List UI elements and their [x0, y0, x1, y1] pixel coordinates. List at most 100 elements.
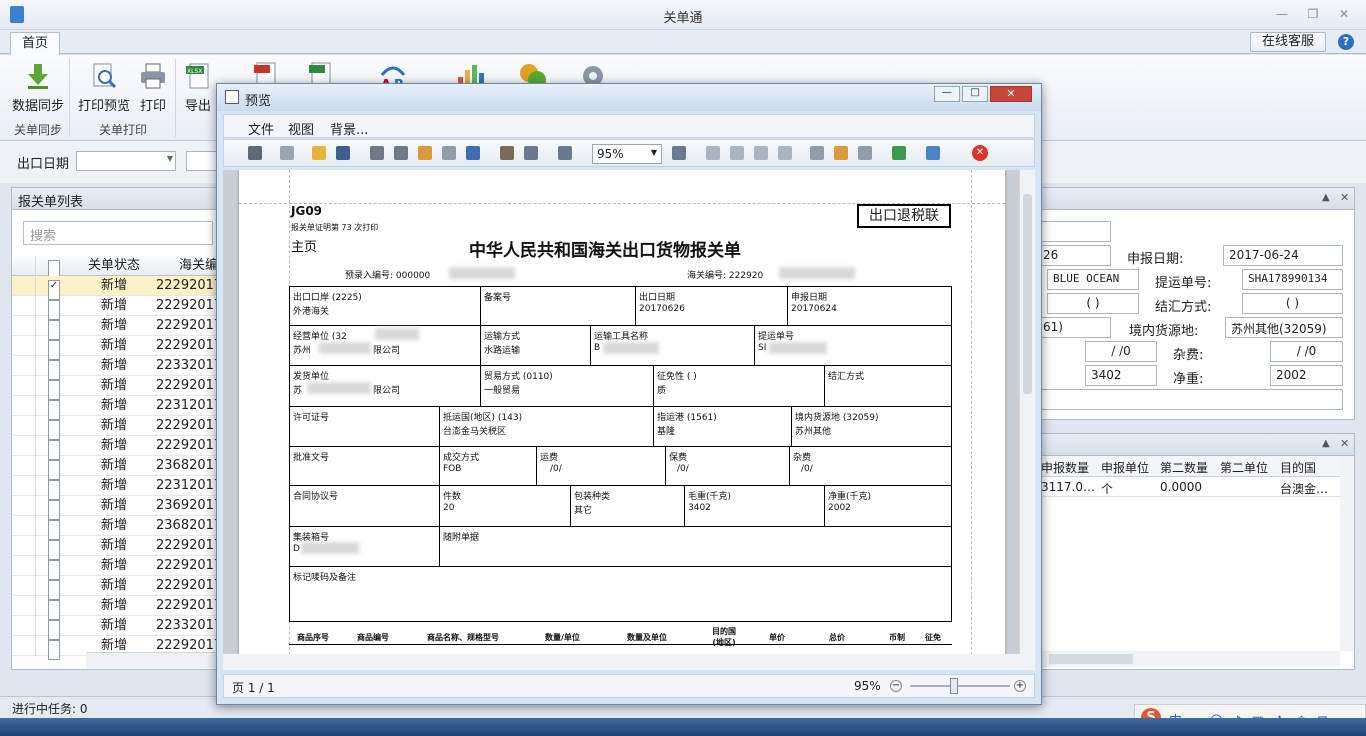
sync-button[interactable]: 数据同步	[12, 59, 64, 115]
menu-view[interactable]: 视图	[288, 119, 314, 138]
declare-date-field[interactable]: 2017-06-24	[1223, 245, 1343, 266]
table-row[interactable]: 新增 22292017000	[12, 576, 220, 600]
field-value[interactable]: 61)	[1037, 317, 1111, 338]
close-button[interactable]: ✕	[1334, 6, 1354, 22]
close-preview-icon[interactable]: ✕	[972, 145, 988, 161]
maximize-button[interactable]: □	[962, 86, 988, 102]
table-row[interactable]: 新增 22332017000	[12, 616, 220, 640]
zoom-slider[interactable]	[910, 685, 1010, 687]
gross-field[interactable]: 3402	[1085, 365, 1157, 386]
pin-icon[interactable]: ▲	[1322, 438, 1330, 449]
search-input[interactable]: 搜索	[23, 221, 213, 245]
scroll-thumb[interactable]	[1049, 654, 1133, 664]
quick-print-icon[interactable]	[394, 146, 408, 160]
scroll-thumb[interactable]	[1023, 194, 1032, 394]
page-setup-icon[interactable]	[418, 146, 432, 160]
horizontal-scrollbar[interactable]	[86, 652, 220, 668]
zoom-out-icon[interactable]	[558, 146, 572, 160]
zoom-slider-thumb[interactable]	[950, 678, 958, 694]
col-header[interactable]: 申报单位	[1101, 459, 1149, 476]
field-value[interactable]	[1037, 221, 1111, 242]
field-value[interactable]: / /0	[1085, 341, 1157, 362]
table-row[interactable]: 新增 22292017000	[12, 556, 220, 580]
table-row[interactable]: 新增 22292017000	[12, 296, 220, 320]
ship-field[interactable]: BLUE OCEAN	[1047, 269, 1139, 290]
background-color-icon[interactable]	[834, 146, 848, 160]
table-row[interactable]: 新增 23682017060	[12, 456, 220, 480]
close-panel-icon[interactable]: ✕	[1340, 191, 1349, 204]
export-icon[interactable]	[892, 146, 906, 160]
table-row[interactable]: 新增 22312017000	[12, 476, 220, 500]
col-header[interactable]: 申报数量	[1041, 459, 1089, 476]
field-value[interactable]: ( )	[1047, 293, 1139, 314]
close-panel-icon[interactable]: ✕	[1340, 437, 1349, 450]
preview-horizontal-scrollbar[interactable]	[223, 654, 1035, 670]
save-icon[interactable]	[336, 146, 350, 160]
col-customs-no-header[interactable]: 海关编	[152, 256, 222, 276]
field-value[interactable]: 26	[1037, 245, 1111, 266]
zoom-select[interactable]: 95% ▼	[592, 144, 662, 164]
find-icon[interactable]	[248, 146, 262, 160]
export-xlsx-button[interactable]: XLSX 导出	[178, 59, 218, 115]
row-checkbox[interactable]	[48, 640, 60, 660]
col-header[interactable]: 第二单位	[1220, 459, 1268, 476]
zoom-in-button[interactable]: +	[1014, 680, 1026, 692]
email-icon[interactable]	[926, 146, 940, 160]
table-row[interactable]: 新增 22292017000	[12, 536, 220, 560]
zoom-out-button[interactable]: −	[890, 680, 902, 692]
col-status-header[interactable]: 关单状态	[86, 256, 142, 276]
table-row[interactable]: ✓新增22292017000	[12, 276, 220, 300]
remarks-field[interactable]	[1037, 389, 1343, 410]
horizontal-scrollbar[interactable]	[1037, 651, 1340, 667]
tab-home[interactable]: 首页	[10, 32, 60, 55]
online-service-button[interactable]: 在线客服	[1250, 32, 1326, 52]
minimize-button[interactable]: —	[934, 86, 960, 102]
help-icon[interactable]: ?	[1338, 34, 1354, 50]
table-row[interactable]: 新增 23692017060	[12, 496, 220, 520]
settle-field[interactable]: ( )	[1242, 293, 1343, 314]
table-row[interactable]: 新增 23682017060	[12, 516, 220, 540]
net-field[interactable]: 2002	[1270, 365, 1343, 386]
chevron-down-icon[interactable]: ▼	[651, 148, 657, 157]
next-page-icon[interactable]	[754, 146, 768, 160]
table-row[interactable]: 新增 22292017000	[12, 336, 220, 360]
zoom-in-icon[interactable]	[672, 146, 686, 160]
magnifier-icon[interactable]	[524, 146, 538, 160]
multi-page-icon[interactable]	[810, 146, 824, 160]
table-row[interactable]: 新增 22292017000	[12, 376, 220, 400]
pin-icon[interactable]: ▲	[1322, 192, 1330, 203]
table-row[interactable]: 新增 22292017000	[12, 596, 220, 620]
watermark-icon[interactable]	[858, 146, 872, 160]
last-page-icon[interactable]	[778, 146, 792, 160]
print-button[interactable]: 打印	[127, 59, 179, 115]
maximize-button[interactable]: ❐	[1303, 6, 1323, 22]
bl-field[interactable]: SHA178990134	[1242, 269, 1343, 290]
table-row[interactable]: 新增 22332017000	[12, 356, 220, 380]
print-preview-button[interactable]: 打印预览	[78, 59, 130, 115]
previous-page-icon[interactable]	[730, 146, 744, 160]
minimize-button[interactable]: —	[1272, 6, 1292, 22]
customize-icon[interactable]	[280, 146, 294, 160]
col-header[interactable]: 第二数量	[1160, 459, 1208, 476]
print-dialog-icon[interactable]	[370, 146, 384, 160]
table-row[interactable]: 新增 22292017000	[12, 416, 220, 440]
hand-tool-icon[interactable]	[500, 146, 514, 160]
menu-background[interactable]: 背景...	[330, 119, 368, 138]
first-page-icon[interactable]	[706, 146, 720, 160]
table-row[interactable]: 新增 22312017000	[12, 396, 220, 420]
close-button[interactable]: ✕	[990, 86, 1032, 102]
export-date-start-input[interactable]: ▼	[76, 151, 176, 171]
col-header[interactable]: 目的国	[1280, 459, 1316, 476]
scale-icon[interactable]	[466, 146, 480, 160]
header-footer-icon[interactable]	[442, 146, 456, 160]
menu-file[interactable]: 文件	[248, 119, 274, 138]
source-field[interactable]: 苏州其他(3205​9)	[1225, 317, 1343, 338]
table-row[interactable]: 新增 22292017000	[12, 436, 220, 460]
vertical-scrollbar[interactable]	[1340, 456, 1354, 651]
chevron-down-icon[interactable]: ▼	[167, 154, 173, 163]
preview-vertical-scrollbar[interactable]	[1019, 170, 1035, 654]
table-row[interactable]: 新增 22292017000	[12, 316, 220, 340]
open-icon[interactable]	[312, 146, 326, 160]
misc-field[interactable]: / /0	[1270, 341, 1343, 362]
goods-row[interactable]: 3117.0… 个 0.0000 台澳金…	[1037, 477, 1340, 497]
